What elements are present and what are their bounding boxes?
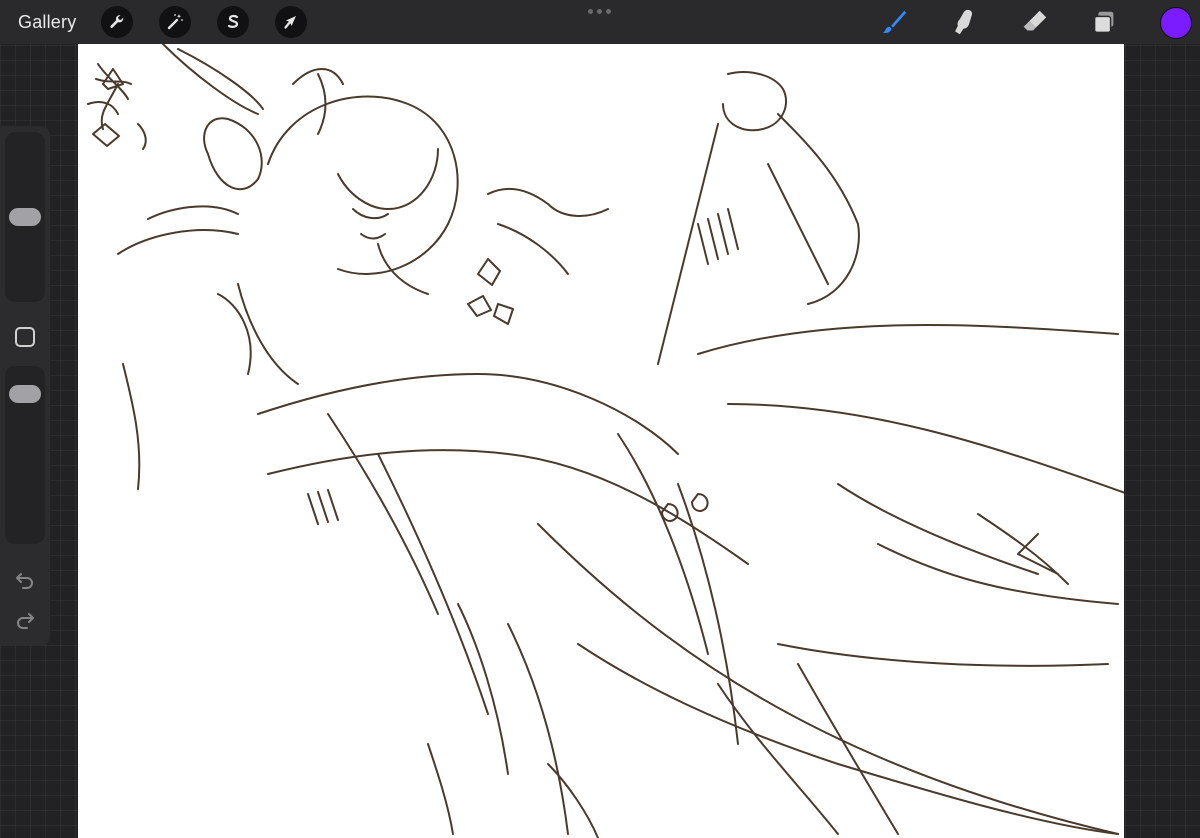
wrench-icon: [110, 15, 124, 28]
modify-button[interactable]: [14, 326, 36, 348]
left-sidebar: [0, 126, 50, 646]
adjustments-button[interactable]: [159, 6, 191, 38]
transform-button[interactable]: [275, 6, 307, 38]
selection-s-icon: [227, 14, 239, 28]
opacity-slider[interactable]: [5, 366, 45, 544]
eraser-tool-button[interactable]: [1018, 6, 1050, 38]
color-picker-button[interactable]: [1160, 7, 1192, 39]
undo-icon: [16, 573, 33, 589]
top-toolbar: Gallery: [0, 0, 1200, 44]
actions-button[interactable]: [101, 6, 133, 38]
brush-size-slider[interactable]: [5, 132, 45, 302]
gallery-button[interactable]: Gallery: [18, 10, 76, 34]
arrow-cursor-icon: [284, 16, 296, 29]
procreate-app: Gallery: [0, 0, 1200, 838]
undo-button[interactable]: [13, 568, 37, 592]
brush-size-handle[interactable]: [9, 208, 41, 226]
smudge-tool-button[interactable]: [948, 6, 980, 38]
opacity-handle[interactable]: [9, 385, 41, 404]
selection-button[interactable]: [217, 6, 249, 38]
magic-wand-icon: [167, 14, 183, 30]
eraser-icon: [1023, 10, 1047, 31]
more-handle-dots[interactable]: [588, 9, 611, 14]
brush-icon: [882, 10, 907, 34]
redo-button[interactable]: [13, 608, 37, 632]
sketch-artwork: [87, 44, 1124, 838]
brush-tool-button[interactable]: [878, 6, 910, 38]
layers-button[interactable]: [1088, 6, 1120, 38]
layers-icon: [1093, 11, 1114, 34]
redo-icon: [17, 613, 34, 629]
square-modify-icon: [15, 327, 35, 347]
smudge-finger-icon: [955, 9, 973, 35]
drawing-canvas[interactable]: [78, 44, 1124, 838]
